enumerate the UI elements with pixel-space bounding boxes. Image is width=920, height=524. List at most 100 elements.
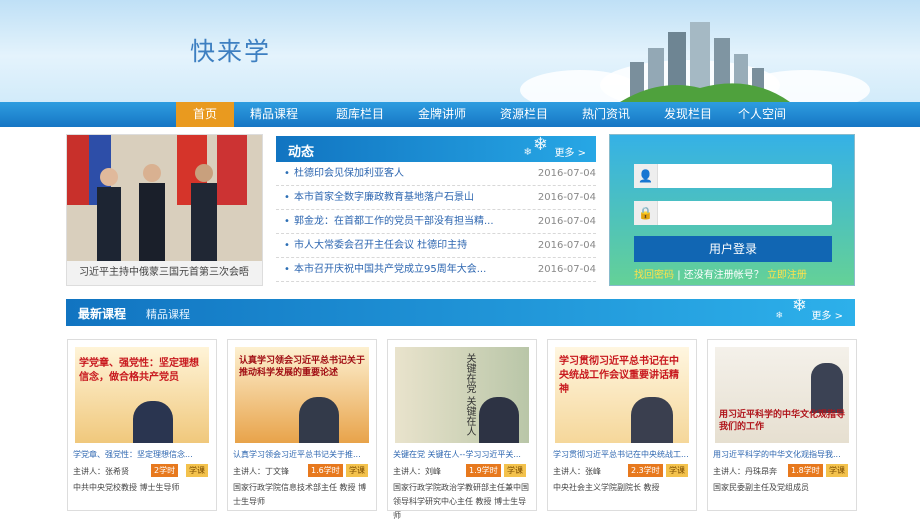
login-button[interactable]: 用户登录: [634, 236, 832, 262]
course-card[interactable]: 关键在党 关键在人 关键在党 关键在人--学习习近平关... 主讲人：刘峰 1.…: [387, 339, 537, 520]
bullet-icon: •: [284, 216, 290, 227]
news-title[interactable]: 本市首家全数字廉政教育基地落户石景山: [294, 186, 494, 210]
course-card[interactable]: 学习贯彻习近平总书记在中央统战工作会议重要讲话精神 学习贯彻习近平总书记在中央统…: [547, 339, 697, 511]
course-thumbnail[interactable]: 学党章、强党性：坚定理想信念，做合格共产党员: [75, 347, 209, 443]
lecturer-name: 张峰: [585, 467, 601, 476]
news-date: 2016-07-04: [537, 240, 596, 251]
study-tag-button[interactable]: 学课: [666, 464, 688, 477]
latest-courses-tab[interactable]: 最新课程: [78, 305, 126, 322]
news-date: 2016-07-04: [537, 168, 596, 179]
nav-discover[interactable]: 发现栏目: [658, 102, 718, 127]
list-item[interactable]: • 本市召开庆祝中国共产党成立95周年大会... 2016-07-04: [276, 258, 596, 282]
quality-courses-tab[interactable]: 精品课程: [146, 306, 190, 322]
nav-question-bank[interactable]: 题库栏目: [330, 102, 390, 127]
hours-badge: 1.6学时: [308, 464, 343, 477]
courses-more-link[interactable]: 更多 >: [811, 307, 843, 322]
course-thumbnail[interactable]: 关键在党 关键在人: [395, 347, 529, 443]
thumbnail-text: 学党章、强党性：坚定理想信念，做合格共产党员: [79, 358, 199, 383]
news-date: 2016-07-04: [537, 216, 596, 227]
thumbnail-text: 学习贯彻习近平总书记在中央统战工作会议重要讲话精神: [559, 356, 679, 395]
featured-news-photo[interactable]: 习近平主持中俄蒙三国元首第三次会晤: [66, 134, 263, 286]
news-list-title: 动态: [288, 145, 315, 160]
lecturer-label: 主讲人：: [73, 467, 105, 476]
news-more-link[interactable]: 更多 >: [554, 144, 586, 159]
lecturer-portrait: [299, 397, 339, 443]
list-item[interactable]: • 本市首家全数字廉政教育基地落户石景山 2016-07-04: [276, 186, 596, 210]
news-title[interactable]: 杜德印会见保加利亚客人: [294, 162, 494, 186]
course-title[interactable]: 关键在党 关键在人--学习习近平关...: [393, 449, 533, 460]
forgot-password-link[interactable]: 找回密码: [634, 270, 674, 281]
news-title[interactable]: 郭金龙：在首都工作的党员干部没有担当精...: [294, 210, 494, 234]
study-tag-button[interactable]: 学课: [504, 464, 526, 477]
news-date: 2016-07-04: [537, 264, 596, 275]
lock-icon: 🔒: [634, 201, 658, 225]
no-account-text: | 还没有注册帐号？: [677, 270, 764, 281]
lecturer-description: 国家行政学院信息技术部主任 教授 博士生导师: [233, 483, 367, 506]
snowflake-icon: ❄: [523, 147, 532, 158]
nav-home[interactable]: 首页: [176, 102, 234, 127]
list-item[interactable]: • 杜德印会见保加利亚客人 2016-07-04: [276, 162, 596, 186]
news-title[interactable]: 本市召开庆祝中国共产党成立95周年大会...: [294, 258, 494, 282]
course-title[interactable]: 学习贯彻习近平总书记在中央统战工...: [553, 449, 693, 460]
bullet-icon: •: [284, 192, 290, 203]
lecturer-description: 中央社会主义学院副院长 教授: [553, 483, 660, 492]
snowflake-icon: ❄: [791, 295, 807, 316]
lecturer-label: 主讲人：: [233, 467, 265, 476]
news-title[interactable]: 市人大常委会召开主任会议 杜德印主持: [294, 234, 494, 258]
news-list-header: 动态 ❄ ❄ 更多 >: [276, 134, 596, 162]
study-tag-button[interactable]: 学课: [826, 464, 848, 477]
course-lecturer: 主讲人：张峰: [553, 466, 601, 477]
course-lecturer: 主讲人：丹珠昂奔: [713, 466, 777, 477]
username-field[interactable]: 👤: [634, 164, 832, 188]
register-link[interactable]: 立即注册: [767, 270, 807, 281]
snowflake-icon: ❄: [532, 134, 548, 155]
nav-courses[interactable]: 精品课程: [244, 102, 304, 127]
lecturer-label: 主讲人：: [713, 467, 745, 476]
bullet-icon: •: [284, 240, 290, 251]
nav-resources[interactable]: 资源栏目: [494, 102, 554, 127]
course-thumbnail[interactable]: 学习贯彻习近平总书记在中央统战工作会议重要讲话精神: [555, 347, 689, 443]
list-item[interactable]: • 郭金龙：在首都工作的党员干部没有担当精... 2016-07-04: [276, 210, 596, 234]
list-item[interactable]: • 市人大常委会召开主任会议 杜德印主持 2016-07-04: [276, 234, 596, 258]
course-card[interactable]: 学党章、强党性：坚定理想信念，做合格共产党员 学党章、强党性：坚定理想信念...…: [67, 339, 217, 511]
nav-hot-news[interactable]: 热门资讯: [576, 102, 636, 127]
bullet-icon: •: [284, 168, 290, 179]
lecturer-name: 张希贤: [105, 467, 129, 476]
hours-badge: 1.9学时: [466, 464, 501, 477]
password-field[interactable]: 🔒: [634, 201, 832, 225]
site-logo[interactable]: 快来学: [190, 32, 271, 68]
course-card[interactable]: 用习近平科学的中华文化观指导我们的工作 用习近平科学的中华文化观指导我... 主…: [707, 339, 857, 511]
nav-personal-space[interactable]: 个人空间: [732, 102, 792, 127]
lecturer-portrait: [811, 363, 843, 413]
hours-badge: 2学时: [151, 464, 179, 477]
study-tag-button[interactable]: 学课: [186, 464, 208, 477]
lecturer-portrait: [631, 397, 673, 443]
lecturer-name: 刘峰: [425, 467, 441, 476]
user-icon: 👤: [634, 164, 658, 188]
study-tag-button[interactable]: 学课: [346, 464, 368, 477]
nav-lecturers[interactable]: 金牌讲师: [412, 102, 472, 127]
lecturer-description: 中共中央党校教授 博士生导师: [73, 483, 180, 492]
course-thumbnail[interactable]: 认真学习领会习近平总书记关于推动科学发展的重要论述: [235, 347, 369, 443]
city-skyline-icon: [620, 22, 790, 102]
course-title[interactable]: 学党章、强党性：坚定理想信念...: [73, 449, 213, 460]
leaders-photo-image: [67, 135, 262, 261]
hours-badge: 1.8学时: [788, 464, 823, 477]
bullet-icon: •: [284, 264, 290, 275]
hours-badge: 2.3学时: [628, 464, 663, 477]
main-nav: 首页 精品课程 题库栏目 金牌讲师 资源栏目 热门资讯 发现栏目 个人空间: [0, 102, 920, 127]
snowflake-icon: ❄: [775, 311, 783, 321]
course-card[interactable]: 认真学习领会习近平总书记关于推动科学发展的重要论述 认真学习领会习近平总书记关于…: [227, 339, 377, 511]
lecturer-label: 主讲人：: [393, 467, 425, 476]
course-title[interactable]: 认真学习领会习近平总书记关于推...: [233, 449, 373, 460]
course-lecturer: 主讲人：丁文锋: [233, 466, 289, 477]
course-thumbnail[interactable]: 用习近平科学的中华文化观指导我们的工作: [715, 347, 849, 443]
header-banner: 快来学: [0, 0, 920, 102]
course-title[interactable]: 用习近平科学的中华文化观指导我...: [713, 449, 853, 460]
thumbnail-text: 用习近平科学的中华文化观指导我们的工作: [719, 410, 846, 432]
lecturer-label: 主讲人：: [553, 467, 585, 476]
lecturer-description: 国家民委副主任及党组成员: [713, 483, 809, 492]
courses-header: 最新课程 精品课程 ❄ ❄ 更多 >: [66, 295, 855, 326]
lecturer-name: 丹珠昂奔: [745, 467, 777, 476]
photo-caption[interactable]: 习近平主持中俄蒙三国元首第三次会晤: [67, 261, 262, 285]
